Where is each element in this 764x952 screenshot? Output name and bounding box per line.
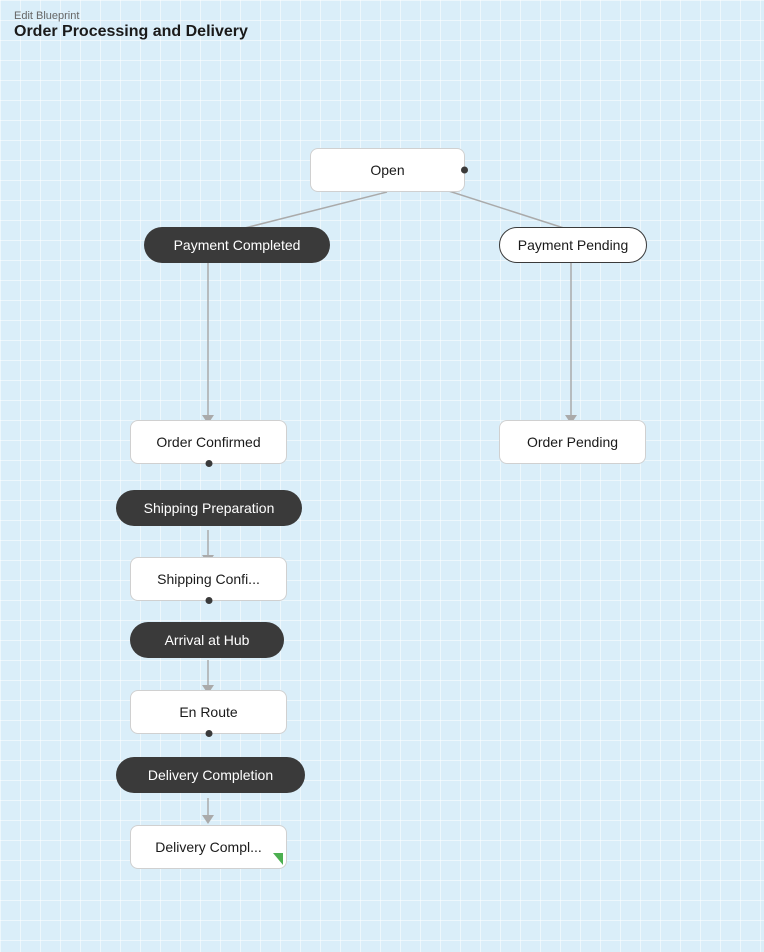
- node-en-route[interactable]: En Route: [130, 690, 287, 734]
- header-subtitle: Edit Blueprint: [14, 10, 248, 22]
- node-delivery-completed-label: Delivery Compl...: [155, 839, 262, 855]
- node-delivery-completion-label: Delivery Completion: [148, 767, 273, 783]
- node-delivery-completed[interactable]: Delivery Compl...: [130, 825, 287, 869]
- node-open[interactable]: Open: [310, 148, 465, 192]
- node-order-pending-label: Order Pending: [527, 434, 618, 450]
- node-open-label: Open: [370, 162, 404, 178]
- node-payment-completed[interactable]: Payment Completed: [144, 227, 330, 263]
- node-payment-pending[interactable]: Payment Pending: [499, 227, 647, 263]
- header: Edit Blueprint Order Processing and Deli…: [14, 10, 248, 41]
- node-payment-completed-label: Payment Completed: [174, 237, 301, 253]
- node-order-confirmed-label: Order Confirmed: [156, 434, 260, 450]
- node-en-route-label: En Route: [179, 704, 237, 720]
- node-shipping-confirmed[interactable]: Shipping Confi...: [130, 557, 287, 601]
- green-triangle-icon: [273, 853, 283, 865]
- node-delivery-completion[interactable]: Delivery Completion: [116, 757, 305, 793]
- node-shipping-preparation[interactable]: Shipping Preparation: [116, 490, 302, 526]
- node-order-confirmed[interactable]: Order Confirmed: [130, 420, 287, 464]
- page-title: Order Processing and Delivery: [14, 23, 248, 41]
- node-order-pending[interactable]: Order Pending: [499, 420, 646, 464]
- node-arrival-at-hub-label: Arrival at Hub: [165, 632, 250, 648]
- workflow-canvas: Edit Blueprint Order Processing and Deli…: [0, 0, 764, 952]
- connectors-svg: [0, 0, 764, 952]
- node-arrival-at-hub[interactable]: Arrival at Hub: [130, 622, 284, 658]
- node-payment-pending-label: Payment Pending: [518, 237, 629, 253]
- node-shipping-preparation-label: Shipping Preparation: [144, 500, 275, 516]
- node-shipping-confirmed-label: Shipping Confi...: [157, 571, 260, 587]
